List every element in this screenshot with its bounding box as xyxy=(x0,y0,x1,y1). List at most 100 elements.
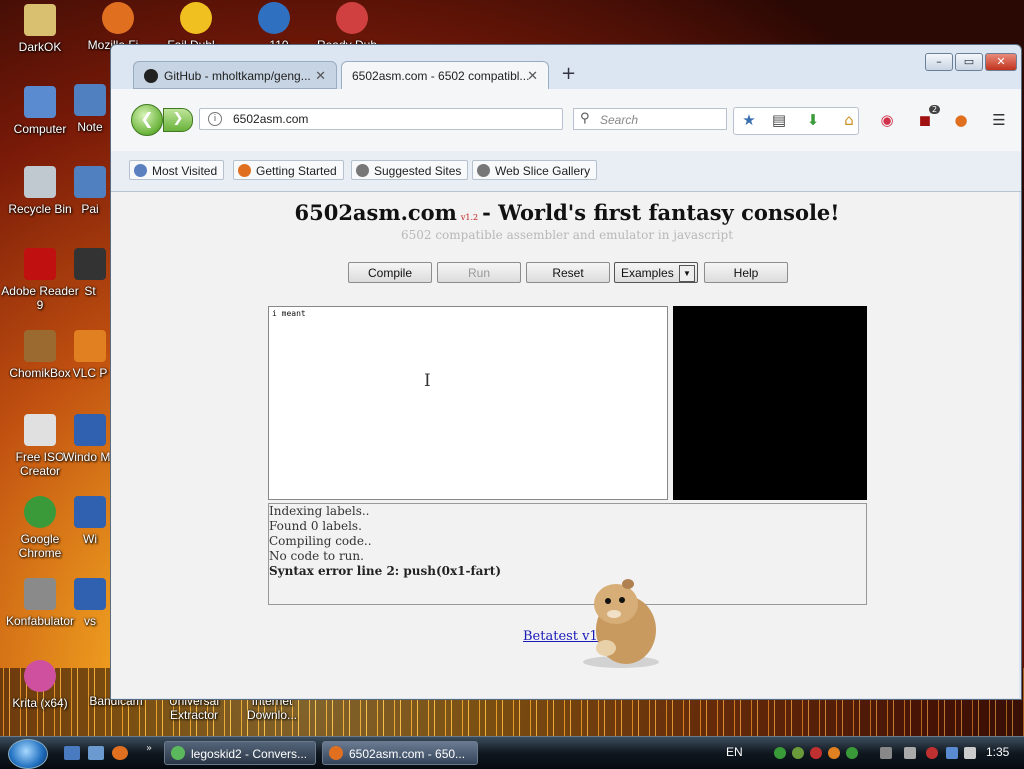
tray-icon[interactable] xyxy=(904,747,916,759)
code-editor[interactable]: i meant I xyxy=(268,306,668,500)
tray-icon[interactable] xyxy=(792,747,804,759)
download-icon[interactable]: ⬇ xyxy=(799,107,827,133)
firefox-icon xyxy=(102,2,134,34)
app-icon xyxy=(74,248,106,280)
recycle-bin-icon xyxy=(24,166,56,198)
hamster-mascot-icon xyxy=(583,579,659,668)
address-bar[interactable]: i 6502asm.com ↻ xyxy=(199,108,647,130)
examples-label: Examples xyxy=(621,266,674,280)
bookmark-label: Most Visited xyxy=(152,164,218,178)
reset-button[interactable]: Reset xyxy=(526,262,610,283)
most-visited-icon xyxy=(134,164,147,177)
site-name: 6502asm.com xyxy=(294,200,457,225)
error-message: Syntax error line 2: push(0x1-fart) xyxy=(269,564,501,578)
search-placeholder: Search xyxy=(600,113,639,127)
app-icon xyxy=(74,578,106,610)
log-line: Found 0 labels. xyxy=(269,519,362,533)
menu-icon[interactable]: ☰ xyxy=(985,107,1013,133)
tray-icon[interactable] xyxy=(774,747,786,759)
vlc-icon xyxy=(74,330,106,362)
bookmark-getting-started[interactable]: Getting Started xyxy=(233,160,344,180)
info-icon[interactable]: i xyxy=(208,112,222,126)
bookmark-suggested-sites[interactable]: Suggested Sites xyxy=(351,160,469,180)
firefox-icon[interactable] xyxy=(112,746,128,760)
taskbar-item-6502asm[interactable]: 6502asm.com - 650... xyxy=(322,741,478,765)
bookmarks-list-icon[interactable]: ▤ xyxy=(765,107,793,133)
log-line: Indexing labels.. xyxy=(269,504,370,518)
smiley-icon xyxy=(180,2,212,34)
emulator-screen xyxy=(673,306,867,500)
minimize-button[interactable]: – xyxy=(925,53,953,71)
bookmark-label: Suggested Sites xyxy=(374,164,462,178)
bookmark-web-slice-gallery[interactable]: Web Slice Gallery xyxy=(472,160,598,180)
chevron-right-icon[interactable]: » xyxy=(146,743,152,754)
back-forward-group: ❮ ❯ xyxy=(131,104,193,136)
bookmark-most-visited[interactable]: Most Visited xyxy=(129,160,225,180)
bookmark-label: Getting Started xyxy=(256,164,337,178)
search-icon: ⚲ xyxy=(580,111,590,126)
page-title: 6502asm.com v1.2- World's first fantasy c… xyxy=(111,200,1023,225)
notepad-icon xyxy=(74,84,106,116)
text-cursor-icon: I xyxy=(424,371,431,391)
tab-6502asm[interactable]: 6502asm.com - 6502 compatibl... ✕ xyxy=(341,61,549,89)
disc-icon xyxy=(24,414,56,446)
tray-icon[interactable] xyxy=(926,747,938,759)
new-tab-button[interactable]: + xyxy=(561,63,576,84)
language-indicator[interactable]: EN xyxy=(726,745,743,759)
tray-icon[interactable] xyxy=(846,747,858,759)
star-icon[interactable]: ★ xyxy=(735,107,763,133)
back-button[interactable]: ❮ xyxy=(131,104,163,136)
page-content: 6502asm.com v1.2- World's first fantasy c… xyxy=(111,192,1019,698)
maximize-button[interactable]: ▭ xyxy=(955,53,983,71)
messenger-icon xyxy=(171,746,185,760)
monitor-icon[interactable] xyxy=(946,747,958,759)
chevron-down-icon[interactable]: ▼ xyxy=(679,265,695,282)
compiler-log: Indexing labels.. Found 0 labels. Compil… xyxy=(268,503,867,605)
browser-window: GitHub - mholtkamp/geng... ✕ 6502asm.com… xyxy=(110,44,1022,700)
taskbar-item-legoskid2[interactable]: legoskid2 - Convers... xyxy=(164,741,316,765)
log-line: No code to run. xyxy=(269,549,364,563)
home-icon[interactable]: ⌂ xyxy=(835,107,863,133)
url-text[interactable]: 6502asm.com xyxy=(233,112,308,126)
bookmarks-toolbar: Most Visited Getting Started Suggested S… xyxy=(111,151,1021,192)
tab-label: GitHub - mholtkamp/geng... xyxy=(164,69,311,83)
tab-github[interactable]: GitHub - mholtkamp/geng... ✕ xyxy=(133,61,337,89)
editor-text[interactable]: i meant xyxy=(272,309,306,318)
tray-icon[interactable] xyxy=(828,747,840,759)
desktop-icon-darkok[interactable]: DarkOK xyxy=(0,4,80,54)
volume-icon[interactable] xyxy=(964,747,976,759)
forward-button[interactable]: ❯ xyxy=(163,108,193,132)
pdf-icon xyxy=(24,248,56,280)
close-icon[interactable]: ✕ xyxy=(315,68,326,84)
compile-button[interactable]: Compile xyxy=(348,262,432,283)
firefox-account-icon[interactable]: ● xyxy=(947,107,975,133)
examples-select[interactable]: Examples ▼ xyxy=(614,262,698,283)
network-icon[interactable] xyxy=(880,747,892,759)
clock[interactable]: 1:35 xyxy=(986,745,1009,759)
github-icon xyxy=(144,69,158,83)
computer-icon xyxy=(24,86,56,118)
chrome-icon xyxy=(24,496,56,528)
app-icon xyxy=(336,2,368,34)
arrow-left-icon: ❮ xyxy=(140,109,154,128)
close-icon[interactable]: ✕ xyxy=(527,68,538,84)
window-close-button[interactable]: ✕ xyxy=(985,53,1017,71)
bookmark-label: Web Slice Gallery xyxy=(495,164,591,178)
search-field[interactable]: ⚲ Search xyxy=(573,108,727,130)
help-button[interactable]: Help xyxy=(704,262,788,283)
hamster-icon xyxy=(24,330,56,362)
tray-icon[interactable] xyxy=(810,747,822,759)
globe-icon xyxy=(477,164,490,177)
switch-windows-icon[interactable] xyxy=(88,746,104,760)
desktop-icon-krita[interactable]: Krita (x64) xyxy=(0,660,80,710)
start-button[interactable] xyxy=(8,739,48,769)
widget-icon xyxy=(24,578,56,610)
run-button[interactable]: Run xyxy=(437,262,521,283)
app-icon xyxy=(74,496,106,528)
pocket-icon[interactable]: ◉ xyxy=(873,107,901,133)
show-desktop-icon[interactable] xyxy=(64,746,80,760)
page-subtitle: 6502 compatible assembler and emulator i… xyxy=(400,228,734,242)
arrow-right-icon: ❯ xyxy=(172,111,184,126)
version-label: v1.2 xyxy=(460,213,479,222)
navigation-toolbar: ❮ ❯ i 6502asm.com ↻ ⚲ Search ★ ▤ ⬇ ⌂ ◉ ◼… xyxy=(111,89,1021,151)
